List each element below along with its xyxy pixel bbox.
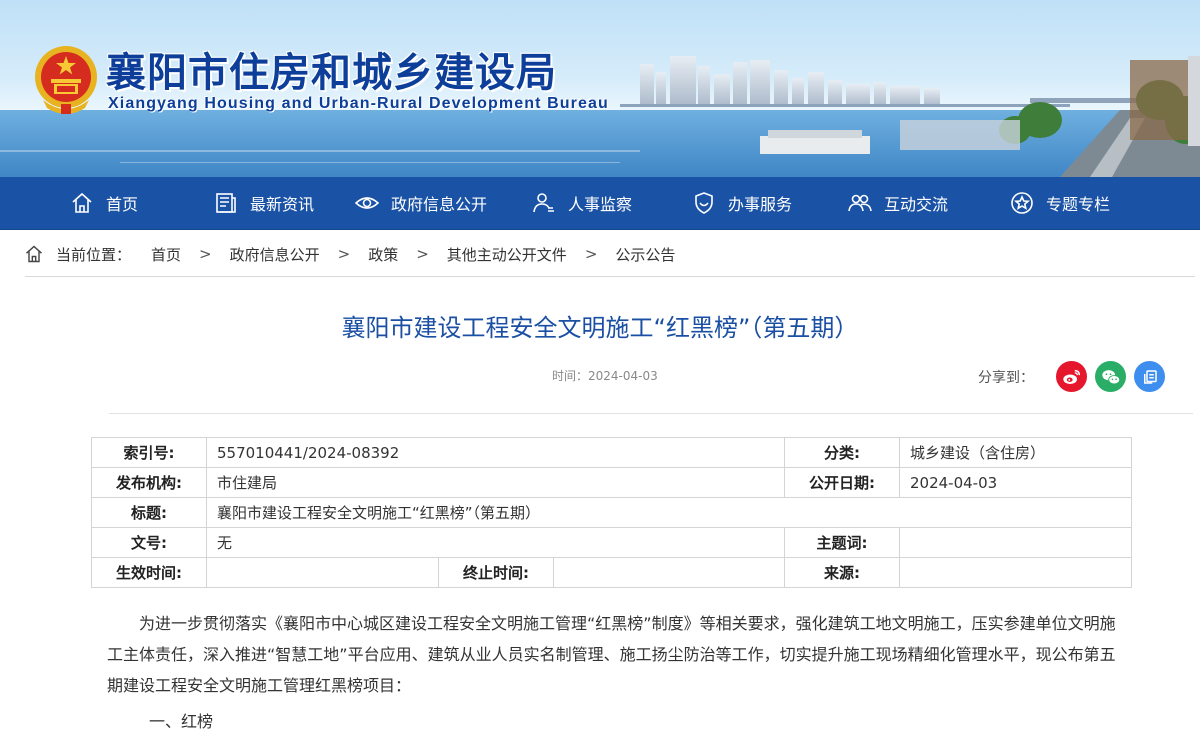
shield-icon: [695, 192, 713, 214]
wechat-icon: [1101, 369, 1120, 384]
nav-label: 首页: [106, 195, 139, 214]
publisher-label: 发布机构:: [91, 467, 207, 498]
docno-label: 文号:: [91, 527, 207, 558]
section-heading-red-list: 一、红榜: [149, 712, 214, 731]
nav-item-interaction[interactable]: 互动交流: [848, 177, 948, 229]
source-value: [899, 557, 1132, 588]
share-copy-button[interactable]: [1134, 361, 1165, 392]
nav-label: 最新资讯: [250, 195, 315, 214]
publisher-value: 市住建局: [206, 467, 785, 498]
nav-item-home[interactable]: 首页: [70, 177, 138, 229]
people-icon: [848, 194, 872, 212]
date-label: 公开日期:: [784, 467, 900, 498]
table-row: 发布机构: 市住建局 公开日期: 2024-04-03: [91, 467, 1132, 498]
document-info-table: 索引号: 557010441/2024-08392 分类: 城乡建设（含住房） …: [91, 437, 1132, 588]
title-value: 襄阳市建设工程安全文明施工“红黑榜”（第五期）: [206, 497, 1132, 528]
breadcrumb-separator: >: [337, 245, 351, 263]
site-title: 襄阳市住房和城乡建设局: [106, 50, 557, 96]
nav-item-news[interactable]: 最新资讯: [214, 177, 314, 229]
date-value: 2024-04-03: [899, 467, 1132, 498]
nav-item-services[interactable]: 办事服务: [692, 177, 792, 229]
share-label: 分享到：: [978, 370, 1034, 386]
end-value: [553, 557, 785, 588]
star-icon: [1011, 192, 1033, 214]
nav-label: 专题专栏: [1046, 195, 1111, 214]
person-icon: [533, 193, 554, 213]
docno-value: 无: [206, 527, 785, 558]
title-label: 标题:: [91, 497, 207, 528]
nav-label: 政府信息公开: [391, 195, 488, 214]
nav-item-personnel[interactable]: 人事监察: [532, 177, 632, 229]
breadcrumb-other-files[interactable]: 其他主动公开文件: [447, 244, 567, 265]
share-weibo-button[interactable]: [1056, 361, 1087, 392]
home-icon: [72, 192, 92, 213]
home-icon: [26, 245, 42, 263]
breadcrumb-prefix: 当前位置：: [56, 245, 132, 264]
index-label: 索引号:: [91, 437, 207, 468]
nav-item-topics[interactable]: 专题专栏: [1010, 177, 1110, 229]
breadcrumb-notices[interactable]: 公示公告: [615, 244, 675, 265]
nav-label: 人事监察: [568, 195, 633, 214]
national-emblem-icon: [35, 46, 97, 114]
copy-icon: [1143, 369, 1157, 384]
side-tab: [1188, 56, 1200, 146]
weibo-icon: [1062, 369, 1080, 384]
breadcrumb-home[interactable]: 首页: [151, 244, 181, 265]
intro-paragraph: 为进一步贯彻落实《襄阳市中心城区建设工程安全文明施工管理“红黑榜”制度》等相关要…: [107, 614, 1116, 695]
nav-label: 互动交流: [884, 195, 949, 214]
index-value: 557010441/2024-08392: [206, 437, 785, 468]
category-label: 分类:: [784, 437, 900, 468]
publish-time: 时间：2024-04-03: [552, 369, 658, 383]
breadcrumb-gov-info[interactable]: 政府信息公开: [230, 244, 320, 265]
table-row: 生效时间: 终止时间: 来源:: [91, 557, 1132, 588]
divider: [25, 276, 1195, 277]
site-subtitle: Xiangyang Housing and Urban-Rural Develo…: [108, 95, 609, 112]
news-icon: [216, 193, 236, 213]
table-row: 文号: 无 主题词:: [91, 527, 1132, 558]
article-title: 襄阳市建设工程安全文明施工“红黑榜”（第五期）: [341, 314, 859, 342]
source-label: 来源:: [784, 557, 900, 588]
breadcrumb-separator: >: [199, 245, 212, 263]
breadcrumb-separator: >: [584, 245, 598, 263]
keywords-label: 主题词:: [784, 527, 900, 558]
effective-value: [206, 557, 439, 588]
breadcrumb-policy[interactable]: 政策: [368, 244, 398, 265]
effective-label: 生效时间:: [91, 557, 207, 588]
table-row: 标题: 襄阳市建设工程安全文明施工“红黑榜”（第五期）: [91, 497, 1132, 528]
breadcrumb-separator: >: [416, 245, 429, 263]
nav-label: 办事服务: [728, 195, 793, 214]
main-nav: 首页 最新资讯 政府信息公开 人事监察 办事服务 互动交流 专题专栏: [0, 177, 1200, 230]
article-body: 为进一步贯彻落实《襄阳市中心城区建设工程安全文明施工管理“红黑榜”制度》等相关要…: [107, 608, 1117, 737]
keywords-value: [899, 527, 1132, 558]
site-banner: 襄阳市住房和城乡建设局 Xiangyang Housing and Urban-…: [0, 0, 1200, 177]
divider: [109, 413, 1193, 414]
breadcrumb: 当前位置： 首页 > 政府信息公开 > 政策 > 其他主动公开文件 > 公示公告: [24, 242, 675, 266]
end-label: 终止时间:: [438, 557, 554, 588]
eye-icon: [355, 197, 379, 209]
table-row: 索引号: 557010441/2024-08392 分类: 城乡建设（含住房）: [91, 437, 1132, 468]
nav-item-gov-info[interactable]: 政府信息公开: [355, 177, 487, 229]
category-value: 城乡建设（含住房）: [899, 437, 1132, 468]
share-wechat-button[interactable]: [1095, 361, 1126, 392]
